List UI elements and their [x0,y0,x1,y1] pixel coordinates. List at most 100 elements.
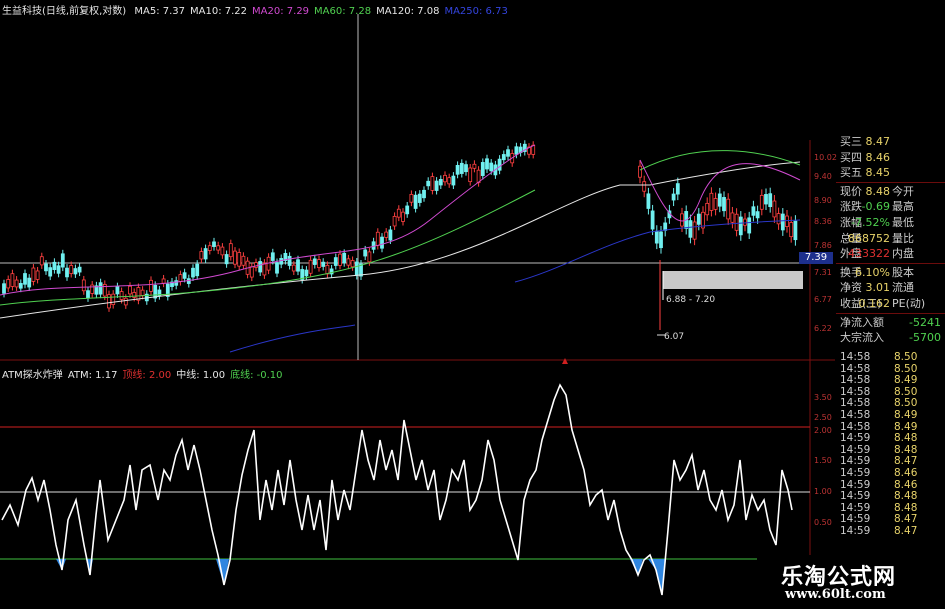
price-tick: 8.90 [814,196,832,205]
candle-body [371,241,376,250]
quote-value: 6.10% [855,265,890,279]
candle-body [772,200,777,218]
quote-row: 现价 8.48 今开 [836,184,945,200]
candle-body [722,197,726,212]
trade-row: 14:59 8.46 [836,467,945,480]
candle-body [115,286,120,295]
ma-line [229,231,651,353]
atm-line [1,383,793,596]
quote-row: 收益(三) 0.162 PE(动) [836,296,945,312]
candle-body [354,261,359,276]
candle-body [10,273,15,287]
indicator-legend-item: 中线: 1.00 [176,370,226,381]
candle-body [738,216,743,236]
candle-body [333,257,338,266]
quote-label: 现价 [840,184,862,198]
candle-body [149,279,153,292]
candle-body [675,183,680,195]
stock-chart[interactable]: 6.88 - 7.20 6.07 [0,0,835,609]
indicator-legend-item: 顶线: 2.00 [122,370,172,381]
quote-row: 涨跌 -0.69 最高 [836,199,945,215]
indicator-legend-item: ATM: 1.17 [67,370,118,381]
candle-body [279,258,284,265]
candle-body [413,194,418,209]
quote-value: 8.45 [865,166,891,180]
quote-value: 3.01 [865,281,891,295]
candle-body [291,264,296,272]
stock-title[interactable]: 生益科技(日线,前复权,对数) [2,6,126,17]
candle-body [18,283,23,289]
quote-label: 大宗流入 [840,331,884,345]
candle-body [346,258,351,266]
candle-body [759,194,764,210]
candle-body [734,213,739,231]
candle-body [447,177,452,185]
price-tick: 8.36 [814,217,832,226]
candle-body [434,180,439,191]
candle-body [195,263,200,277]
candle-body [258,261,263,273]
candle-body [111,293,116,305]
candle-body [642,181,647,192]
candle-body [69,265,74,274]
watermark-url: www.60lt.com [785,587,886,602]
candle-body [44,263,48,272]
candle-body [696,213,701,225]
quote-label: 今开 [892,184,914,198]
candle-body [161,278,166,284]
candle-body [98,282,103,295]
candle-body [501,154,506,161]
range-box [663,271,803,289]
candle-body [6,279,11,289]
candle-body [497,158,502,171]
candle-body [287,255,292,266]
candle-body [14,279,19,288]
indicator-tick: 3.50 [814,393,832,402]
quote-value: 433322 [848,247,890,261]
moving-averages [0,144,801,353]
candle-body [713,198,718,210]
quote-row: 净资 3.01 流通 [836,280,945,296]
ma-legend-item: MA120: 7.08 [376,6,440,17]
trade-price: 8.47 [894,524,918,537]
candle-body [178,274,183,282]
trade-price: 8.48 [894,490,918,503]
candle-body [680,213,684,227]
candle-body [233,250,237,265]
candle-body [321,261,326,267]
ma-legend-item: MA250: 6.73 [444,6,508,17]
trade-row: 14:59 8.48 [836,433,945,445]
quote-label: 买三 [840,135,862,148]
candle-body [363,249,368,257]
candle-body [430,176,435,191]
trade-time: 14:58 [840,351,871,363]
indicator-tick: 0.50 [814,518,832,527]
ma-legend-item: MA20: 7.29 [252,6,310,17]
quote-panel: 买三 8.47 买四 8.46 买五 8.45 现价 8.48 今开 涨跌 -0.69 最高 涨幅 -7… [836,134,945,346]
candle-body [249,266,254,278]
candle-body [705,202,710,216]
candle-body [119,291,124,300]
candle-body [107,294,111,309]
candle-body [191,267,195,278]
chart-legend: 生益科技(日线,前复权,对数) MA5: 7.37 MA10: 7.22 MA20:… [2,2,518,17]
candle-body [270,252,275,261]
ma-legend-item: MA5: 7.37 [134,6,186,17]
candle-body [228,243,233,258]
quote-label: 内盘 [892,247,914,261]
candle-body [342,252,347,264]
watermark: 乐淘公式网 www.60lt.com [757,555,945,609]
candle-body [375,231,380,246]
candle-body [422,189,426,199]
candle-body [747,217,752,234]
bid-row: 买五 8.45 [836,165,945,181]
candle-body [455,165,460,175]
price-tick: 6.22 [814,324,832,333]
candle-body [254,262,258,268]
bid-row: 买四 8.46 [836,150,945,166]
candle-body [203,248,208,260]
candle-body [199,251,204,260]
quote-label: 涨跌 [840,200,862,214]
candle-body [182,272,187,279]
candle-body [755,211,760,219]
